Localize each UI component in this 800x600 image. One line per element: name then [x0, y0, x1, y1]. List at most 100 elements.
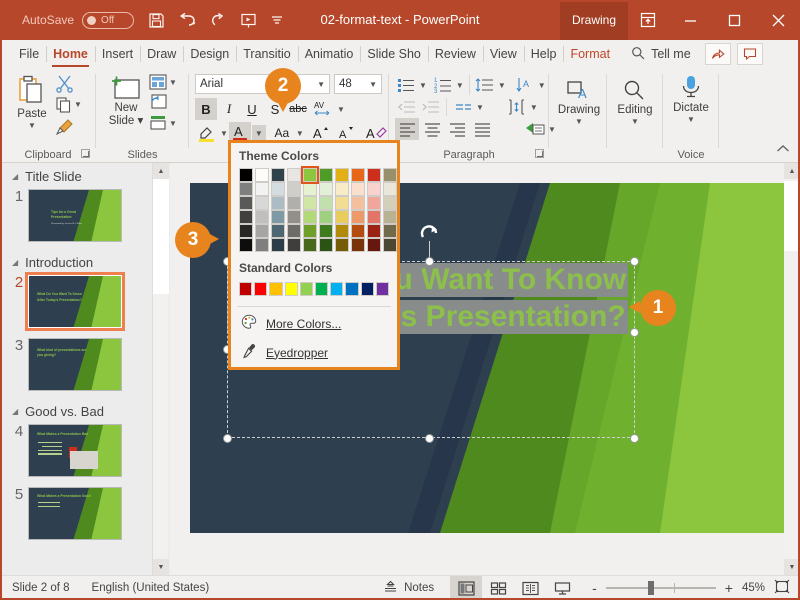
normal-view-icon[interactable]	[450, 576, 483, 600]
minimize-button[interactable]	[668, 0, 712, 40]
align-right-icon[interactable]	[445, 118, 469, 140]
align-text-caret[interactable]: ▼	[476, 103, 484, 112]
align-center-icon[interactable]	[420, 118, 444, 140]
new-slide-button[interactable]: New Slide ▾	[104, 74, 148, 128]
justify-icon[interactable]	[470, 118, 494, 140]
text-direction-caret[interactable]: ▼	[538, 81, 546, 90]
tab-help[interactable]: Help	[523, 40, 564, 68]
theme-color-swatch[interactable]	[271, 168, 285, 182]
theme-color-swatch[interactable]	[351, 168, 365, 182]
scrollbar-thumb[interactable]	[784, 181, 800, 251]
fit-slide-to-window-icon[interactable]	[774, 579, 790, 597]
layout-caret[interactable]: ▼	[169, 78, 177, 87]
standard-color-swatch[interactable]	[284, 282, 298, 296]
scroll-down-arrow[interactable]: ▼	[784, 559, 800, 575]
zoom-slider[interactable]	[605, 581, 716, 595]
theme-color-swatch[interactable]	[319, 224, 333, 238]
theme-color-swatch[interactable]	[271, 196, 285, 210]
theme-color-swatch[interactable]	[335, 238, 349, 252]
standard-color-swatch[interactable]	[315, 282, 329, 296]
theme-color-swatch[interactable]	[367, 238, 381, 252]
save-icon[interactable]	[148, 12, 165, 29]
theme-color-column[interactable]	[335, 168, 349, 252]
font-name-input[interactable]: Arial ▼	[195, 74, 330, 94]
tab-format[interactable]: Format	[563, 40, 617, 68]
theme-color-swatch[interactable]	[383, 168, 397, 182]
scroll-up-arrow[interactable]: ▲	[784, 163, 800, 179]
thumbnail-scrollbar[interactable]: ▲ ▼	[152, 163, 169, 575]
theme-color-swatch[interactable]	[303, 196, 317, 210]
bold-button[interactable]: B	[195, 98, 217, 120]
cut-button[interactable]	[55, 74, 74, 96]
theme-color-swatch[interactable]	[287, 182, 301, 196]
theme-color-swatch[interactable]	[335, 210, 349, 224]
zoom-slider-handle[interactable]	[647, 581, 654, 595]
theme-color-swatch[interactable]	[271, 238, 285, 252]
paste-dropdown-caret[interactable]: ▼	[28, 121, 36, 130]
section-caret[interactable]: ▼	[169, 119, 177, 128]
tab-design[interactable]: Design	[183, 40, 236, 68]
thumbnail-item-4[interactable]: 4 What Makes a Presentation Bad	[0, 421, 170, 484]
theme-color-swatch[interactable]	[287, 238, 301, 252]
section-collapse-triangle-icon[interactable]: ◢	[12, 407, 18, 416]
undo-icon[interactable]	[178, 12, 198, 29]
notes-label[interactable]: Notes	[404, 582, 434, 594]
theme-color-swatch[interactable]	[367, 196, 381, 210]
slide-vertical-scrollbar[interactable]: ▲ ▼	[784, 163, 800, 575]
theme-color-swatch[interactable]	[351, 210, 365, 224]
theme-color-swatch[interactable]	[287, 168, 301, 182]
standard-color-swatch[interactable]	[330, 282, 344, 296]
share-button[interactable]	[704, 43, 731, 65]
slide-thumbnail[interactable]: What Do You Want To Know After Today's P…	[25, 272, 125, 331]
theme-color-swatch[interactable]	[383, 224, 397, 238]
theme-color-swatch[interactable]	[367, 182, 381, 196]
theme-color-swatch[interactable]	[367, 168, 381, 182]
drawing-button[interactable]: A Drawing ▼	[557, 78, 601, 126]
italic-button[interactable]: I	[218, 98, 240, 120]
tab-view[interactable]: View	[482, 40, 524, 68]
theme-color-swatch[interactable]	[383, 238, 397, 252]
autosave-toggle[interactable]: Off	[82, 11, 135, 29]
theme-color-swatch[interactable]	[301, 166, 319, 184]
notes-icon[interactable]	[383, 580, 398, 597]
standard-color-swatch[interactable]	[345, 282, 359, 296]
thumbnail-item-2[interactable]: 2 What Do You Want To Know After Today's…	[0, 272, 170, 335]
resize-handle-bottom-right[interactable]	[630, 434, 639, 443]
copy-button[interactable]: ▼	[55, 96, 82, 113]
theme-color-swatch[interactable]	[239, 182, 253, 196]
theme-color-swatch[interactable]	[271, 182, 285, 196]
slide-thumbnail[interactable]: Tips for a Great Presentation Presented …	[28, 189, 122, 242]
theme-color-column[interactable]	[301, 166, 319, 252]
theme-color-swatch[interactable]	[319, 238, 333, 252]
theme-color-swatch[interactable]	[239, 210, 253, 224]
slide-thumbnail[interactable]: What Makes a Presentation Bad	[28, 424, 122, 477]
resize-handle-bottom-left[interactable]	[223, 434, 232, 443]
text-highlight-icon[interactable]	[195, 122, 219, 144]
resize-handle-bottom-center[interactable]	[425, 434, 434, 443]
change-case-caret[interactable]: ▼	[296, 129, 304, 138]
maximize-button[interactable]	[712, 0, 756, 40]
resize-handle-top-center[interactable]	[425, 257, 434, 266]
theme-colors-grid[interactable]	[231, 166, 397, 252]
font-size-input[interactable]: 48 ▼	[334, 74, 382, 94]
increase-indent-icon[interactable]	[419, 96, 441, 118]
theme-color-column[interactable]	[271, 168, 285, 252]
font-name-caret[interactable]: ▼	[317, 80, 325, 89]
standard-color-swatch[interactable]	[299, 282, 314, 296]
font-size-caret[interactable]: ▼	[369, 80, 377, 89]
theme-color-swatch[interactable]	[255, 210, 269, 224]
clipboard-dialog-launcher[interactable]	[81, 147, 90, 161]
resize-handle-middle-right[interactable]	[630, 328, 639, 337]
theme-color-swatch[interactable]	[335, 196, 349, 210]
theme-color-swatch[interactable]	[335, 224, 349, 238]
theme-color-swatch[interactable]	[367, 210, 381, 224]
character-spacing-caret[interactable]: ▼	[337, 105, 345, 114]
slide-show-icon[interactable]	[546, 576, 578, 600]
drawing-context-tab[interactable]: Drawing	[559, 0, 628, 40]
editing-button[interactable]: Editing ▼	[613, 78, 657, 126]
standard-color-swatch[interactable]	[375, 282, 390, 296]
standard-color-swatch[interactable]	[239, 282, 253, 296]
theme-color-column[interactable]	[319, 168, 333, 252]
underline-button[interactable]: U	[241, 98, 263, 120]
theme-color-swatch[interactable]	[239, 238, 253, 252]
